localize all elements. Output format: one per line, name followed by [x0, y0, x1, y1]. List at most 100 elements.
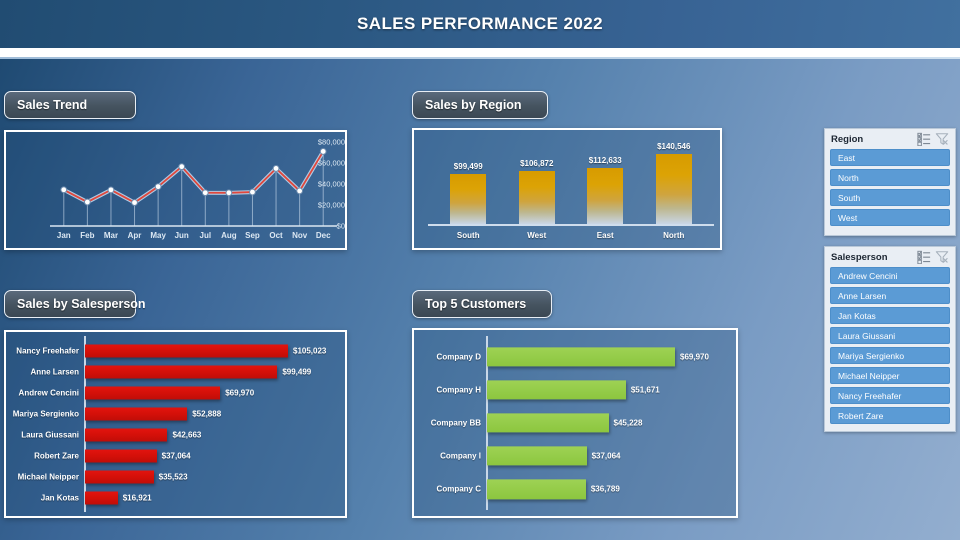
card-title-sales-by-region: Sales by Region: [412, 91, 548, 119]
slicer-item[interactable]: Jan Kotas: [830, 307, 950, 324]
salesperson-value: $35,523: [158, 472, 188, 481]
salesperson-name: Mariya Sergienko: [12, 409, 79, 418]
clear-filter-icon[interactable]: [935, 250, 949, 264]
salesperson-bar[interactable]: [85, 427, 168, 442]
slicer-header: Salesperson: [825, 247, 955, 267]
salesperson-bar[interactable]: [85, 469, 154, 484]
card-title-top5-customers: Top 5 Customers: [412, 290, 552, 318]
customer-name: Company I: [440, 451, 481, 461]
slicer-item-label: West: [838, 212, 858, 223]
slicer-item[interactable]: Andrew Cencini: [830, 267, 950, 284]
customer-bar[interactable]: [487, 380, 626, 400]
sales-trend-y-tick: $80,000: [317, 137, 345, 147]
salesperson-bar[interactable]: [85, 343, 288, 358]
salesperson-name: Andrew Cencini: [18, 388, 79, 397]
salesperson-bar[interactable]: [85, 490, 118, 505]
salesperson-value: $37,064: [161, 451, 191, 460]
region-category-label: North: [663, 231, 685, 240]
customer-value: $36,789: [590, 484, 620, 494]
chart-sales-by-region[interactable]: $99,499 South $106,872 West $112,633 East $140…: [412, 128, 722, 250]
customer-name: Company H: [436, 385, 481, 395]
slicer-region[interactable]: Region East North South West: [824, 128, 956, 236]
multi-select-icon[interactable]: [917, 250, 931, 265]
customer-value: $37,064: [591, 451, 621, 461]
customer-value: $69,970: [680, 352, 709, 362]
slicer-item-label: Anne Larsen: [838, 290, 887, 301]
region-bar[interactable]: [518, 170, 555, 224]
salesperson-name: Robert Zare: [34, 451, 79, 460]
sales-trend-x-tick: Apr: [127, 231, 142, 240]
salesperson-bar[interactable]: [85, 364, 278, 379]
slicer-salesperson[interactable]: Salesperson Andrew Cencini Anne Larsen Jan…: [824, 246, 956, 432]
slicer-item-label: Jan Kotas: [838, 310, 876, 321]
clear-filter-button[interactable]: [935, 250, 949, 264]
region-bar-value: $106,872: [520, 158, 554, 168]
sales-trend-x-tick: Aug: [221, 231, 237, 240]
salesperson-value: $16,921: [122, 493, 152, 502]
sales-trend-x-tick: Feb: [80, 231, 95, 240]
multi-select-icon[interactable]: [917, 132, 931, 147]
slicer-item-label: Robert Zare: [838, 410, 884, 421]
region-bar[interactable]: [587, 167, 624, 224]
sales-by-region-plot: $99,499 South $106,872 West $112,633 East $140…: [414, 130, 720, 248]
region-category-label: West: [527, 231, 547, 240]
slicer-header: Region: [825, 129, 955, 149]
slicer-item-label: Nancy Freehafer: [838, 390, 902, 401]
clear-filter-button[interactable]: [935, 132, 949, 146]
clear-filter-icon[interactable]: [935, 132, 949, 146]
chart-top5-customers[interactable]: Company D $69,970 Company H $51,671 Company …: [412, 328, 738, 518]
slicer-item[interactable]: Robert Zare: [830, 407, 950, 424]
sales-trend-y-tick: $0: [336, 221, 345, 231]
customer-bar[interactable]: [487, 479, 586, 500]
slicer-item[interactable]: West: [830, 209, 950, 226]
slicer-item[interactable]: Anne Larsen: [830, 287, 950, 304]
multi-select-button[interactable]: [917, 132, 931, 147]
region-bar-value: $99,499: [453, 162, 483, 172]
customer-name: Company C: [436, 484, 481, 494]
dashboard-header: SALES PERFORMANCE 2022: [0, 0, 960, 48]
slicer-item-label: South: [838, 192, 861, 203]
sales-trend-x-tick: Mar: [103, 231, 119, 240]
top5-customers-plot: Company D $69,970 Company H $51,671 Company …: [414, 330, 736, 516]
customer-value: $51,671: [630, 385, 660, 395]
salesperson-bar[interactable]: [85, 448, 157, 463]
multi-select-button[interactable]: [917, 250, 931, 265]
slicer-item-label: Michael Neipper: [838, 370, 900, 381]
chart-sales-by-salesperson[interactable]: Nancy Freehafer $105,023 Anne Larsen $99,49…: [4, 330, 347, 518]
salesperson-name: Jan Kotas: [40, 493, 79, 502]
salesperson-value: $69,970: [225, 388, 255, 397]
sales-trend-x-tick: Jul: [199, 231, 212, 240]
sales-trend-x-tick: Oct: [269, 231, 283, 240]
dashboard-canvas: SALES PERFORMANCE 2022 Sales Trend $0 $20…: [0, 0, 960, 540]
sales-trend-x-tick: Sep: [245, 231, 260, 240]
region-bar[interactable]: [655, 153, 692, 224]
slicer-title: Region: [831, 133, 864, 145]
sales-trend-x-tick: May: [150, 231, 166, 240]
slicer-item[interactable]: Laura Giussani: [830, 327, 950, 344]
chart-sales-trend[interactable]: $0 $20,000 $40,000 $60,000 $80,000 Jan Feb Mar…: [4, 130, 347, 250]
slicer-item[interactable]: Mariya Sergienko: [830, 347, 950, 364]
salesperson-bar[interactable]: [85, 406, 188, 421]
region-category-label: South: [456, 231, 480, 240]
salesperson-bar[interactable]: [85, 385, 221, 400]
sales-trend-x-tick: Jan: [56, 231, 71, 240]
salesperson-name: Anne Larsen: [30, 367, 79, 376]
sales-trend-y-tick: $40,000: [317, 179, 345, 189]
slicer-item-label: Laura Giussani: [838, 330, 896, 341]
slicer-item[interactable]: Nancy Freehafer: [830, 387, 950, 404]
slicer-item-label: Andrew Cencini: [838, 270, 898, 281]
customer-bar[interactable]: [487, 446, 587, 466]
slicer-item[interactable]: North: [830, 169, 950, 186]
customer-bar[interactable]: [487, 346, 675, 367]
salesperson-name: Laura Giussani: [21, 430, 79, 439]
slicer-item[interactable]: South: [830, 189, 950, 206]
salesperson-name: Nancy Freehafer: [16, 346, 79, 355]
salesperson-value: $52,888: [192, 409, 222, 418]
customer-value: $45,228: [613, 418, 643, 428]
slicer-item[interactable]: Michael Neipper: [830, 367, 950, 384]
region-bar[interactable]: [450, 174, 487, 224]
customer-bar[interactable]: [487, 413, 609, 433]
salesperson-axis: [84, 336, 86, 512]
slicer-item[interactable]: East: [830, 149, 950, 166]
region-category-label: East: [596, 231, 614, 240]
